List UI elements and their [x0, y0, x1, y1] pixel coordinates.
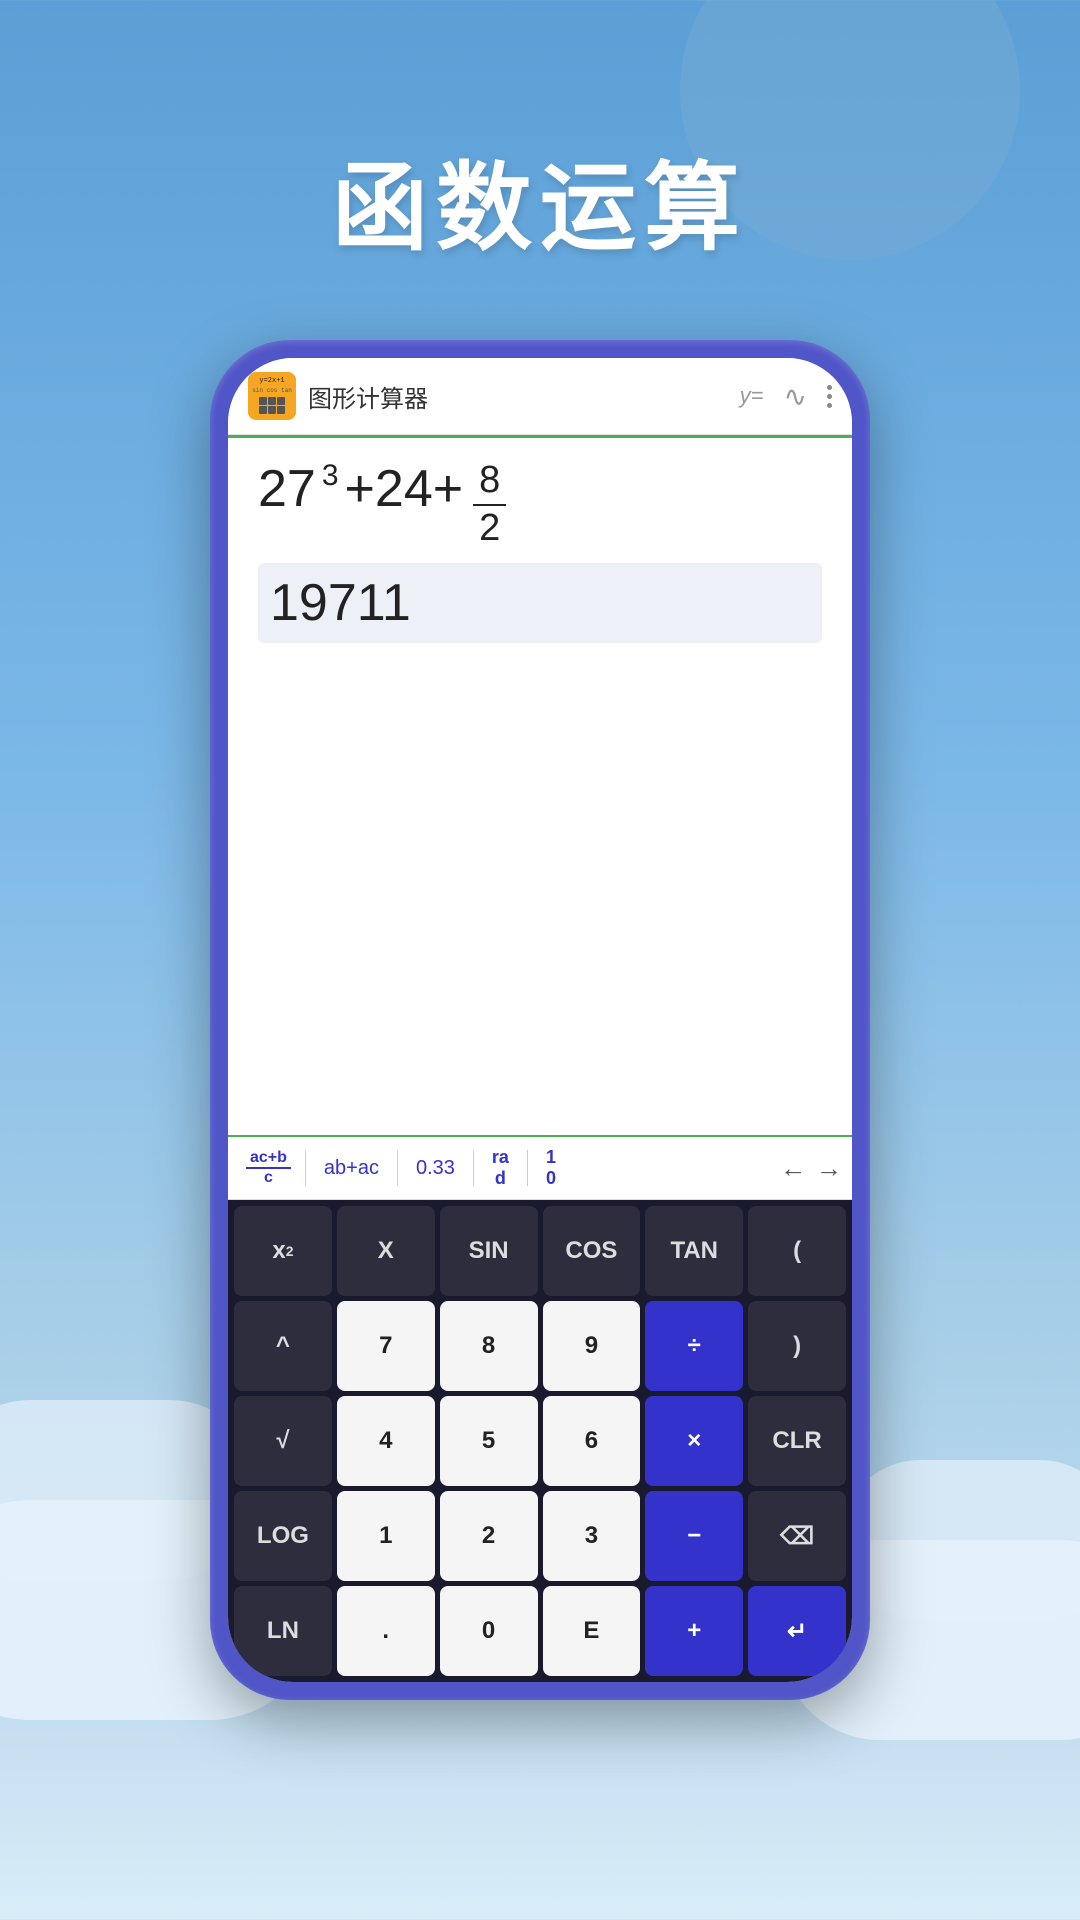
key-add[interactable]: +: [645, 1586, 743, 1676]
key-power[interactable]: ^: [234, 1301, 332, 1391]
key-6[interactable]: 6: [543, 1396, 641, 1486]
rad-btn-bot: d: [495, 1168, 506, 1189]
key-x-squared[interactable]: x2: [234, 1206, 332, 1296]
more-dot-2: [827, 394, 832, 399]
icon-grid: [259, 397, 285, 414]
toolbar-divider-4: [527, 1150, 528, 1186]
wave-icon-btn[interactable]: ∿: [784, 380, 807, 413]
toolbar-rad-btn[interactable]: ra d: [480, 1143, 521, 1193]
expr-exponent: 3: [322, 458, 339, 494]
key-subtract[interactable]: −: [645, 1491, 743, 1581]
toolbar-decimal-btn[interactable]: 0.33: [404, 1149, 467, 1188]
ten-btn-bot: 0: [546, 1168, 556, 1189]
header-icons: y= ∿: [740, 380, 832, 413]
toolbar-ten-btn[interactable]: 1 0: [534, 1143, 568, 1193]
formula-icon-label: y=: [740, 383, 764, 408]
toolbar-divider-1: [305, 1150, 306, 1186]
key-5[interactable]: 5: [440, 1396, 538, 1486]
display-area: 273 +24+ 8 2 19711: [228, 438, 852, 1135]
key-ln[interactable]: LN: [234, 1586, 332, 1676]
phone-shell: y=2x+1 sin cos tan 图形计算器 y= ∿: [210, 340, 870, 1700]
key-multiply[interactable]: ×: [645, 1396, 743, 1486]
phone-screen: y=2x+1 sin cos tan 图形计算器 y= ∿: [228, 358, 852, 1682]
key-9[interactable]: 9: [543, 1301, 641, 1391]
keyboard-row-4: LOG 1 2 3 − ⌫: [234, 1491, 846, 1581]
expr-fraction: 8 2: [473, 458, 506, 551]
key-log[interactable]: LOG: [234, 1491, 332, 1581]
wave-icon-label: ∿: [784, 381, 807, 412]
formula-icon-btn[interactable]: y=: [740, 383, 764, 409]
key-open-paren[interactable]: (: [748, 1206, 846, 1296]
key-8[interactable]: 8: [440, 1301, 538, 1391]
more-dot-1: [827, 385, 832, 390]
key-x-var[interactable]: X: [337, 1206, 435, 1296]
rad-btn-top: ra: [488, 1147, 513, 1168]
app-header: y=2x+1 sin cos tan 图形计算器 y= ∿: [228, 358, 852, 435]
keyboard-row-2: ^ 7 8 9 ÷ ): [234, 1301, 846, 1391]
key-close-paren[interactable]: ): [748, 1301, 846, 1391]
key-sqrt[interactable]: √: [234, 1396, 332, 1486]
key-7[interactable]: 7: [337, 1301, 435, 1391]
key-4[interactable]: 4: [337, 1396, 435, 1486]
key-dot[interactable]: .: [337, 1586, 435, 1676]
result-display: 19711: [258, 563, 822, 643]
key-sin[interactable]: SIN: [440, 1206, 538, 1296]
nav-right-btn[interactable]: →: [816, 1153, 842, 1184]
key-0[interactable]: 0: [440, 1586, 538, 1676]
icon-formula-text: y=2x+1: [259, 378, 284, 385]
key-enter[interactable]: ↵: [748, 1586, 846, 1676]
key-1[interactable]: 1: [337, 1491, 435, 1581]
key-divide[interactable]: ÷: [645, 1301, 743, 1391]
expr-plus1: +24+: [345, 458, 464, 520]
ten-btn-top: 1: [542, 1147, 560, 1168]
toolbar-factor-btn[interactable]: ab+ac: [312, 1149, 391, 1188]
nav-left-btn[interactable]: ←: [780, 1153, 806, 1184]
frac-denominator: 2: [473, 506, 506, 552]
toolbar-nav: ← →: [780, 1153, 842, 1184]
toolbar-strip: ac+b c ab+ac 0.33 ra d 1 0 ←: [228, 1135, 852, 1200]
toolbar-divider-3: [473, 1150, 474, 1186]
app-name-label: 图形计算器: [308, 379, 728, 414]
frac-numerator: 8: [473, 458, 506, 506]
keyboard-row-5: LN . 0 E + ↵: [234, 1586, 846, 1676]
phone-mockup: y=2x+1 sin cos tan 图形计算器 y= ∿: [210, 340, 870, 1700]
toolbar-divider-2: [397, 1150, 398, 1186]
key-euler[interactable]: E: [543, 1586, 641, 1676]
icon-trig-text: sin cos tan: [252, 387, 292, 394]
frac-btn-bot: c: [264, 1169, 273, 1187]
page-title: 函数运算: [0, 130, 1080, 269]
key-3[interactable]: 3: [543, 1491, 641, 1581]
key-clr[interactable]: CLR: [748, 1396, 846, 1486]
expr-base: 27: [258, 458, 316, 520]
key-2[interactable]: 2: [440, 1491, 538, 1581]
more-menu-btn[interactable]: [827, 385, 832, 408]
key-backspace[interactable]: ⌫: [748, 1491, 846, 1581]
key-cos[interactable]: COS: [543, 1206, 641, 1296]
key-tan[interactable]: TAN: [645, 1206, 743, 1296]
toolbar-fraction-btn[interactable]: ac+b c: [238, 1145, 299, 1191]
frac-btn-top: ac+b: [246, 1149, 291, 1169]
calculator-keyboard: x2 X SIN COS TAN ( ^ 7 8 9 ÷ ): [228, 1200, 852, 1682]
more-dot-3: [827, 403, 832, 408]
keyboard-row-1: x2 X SIN COS TAN (: [234, 1206, 846, 1296]
keyboard-row-3: √ 4 5 6 × CLR: [234, 1396, 846, 1486]
expression-display: 273 +24+ 8 2: [258, 458, 822, 551]
app-icon: y=2x+1 sin cos tan: [248, 372, 296, 420]
